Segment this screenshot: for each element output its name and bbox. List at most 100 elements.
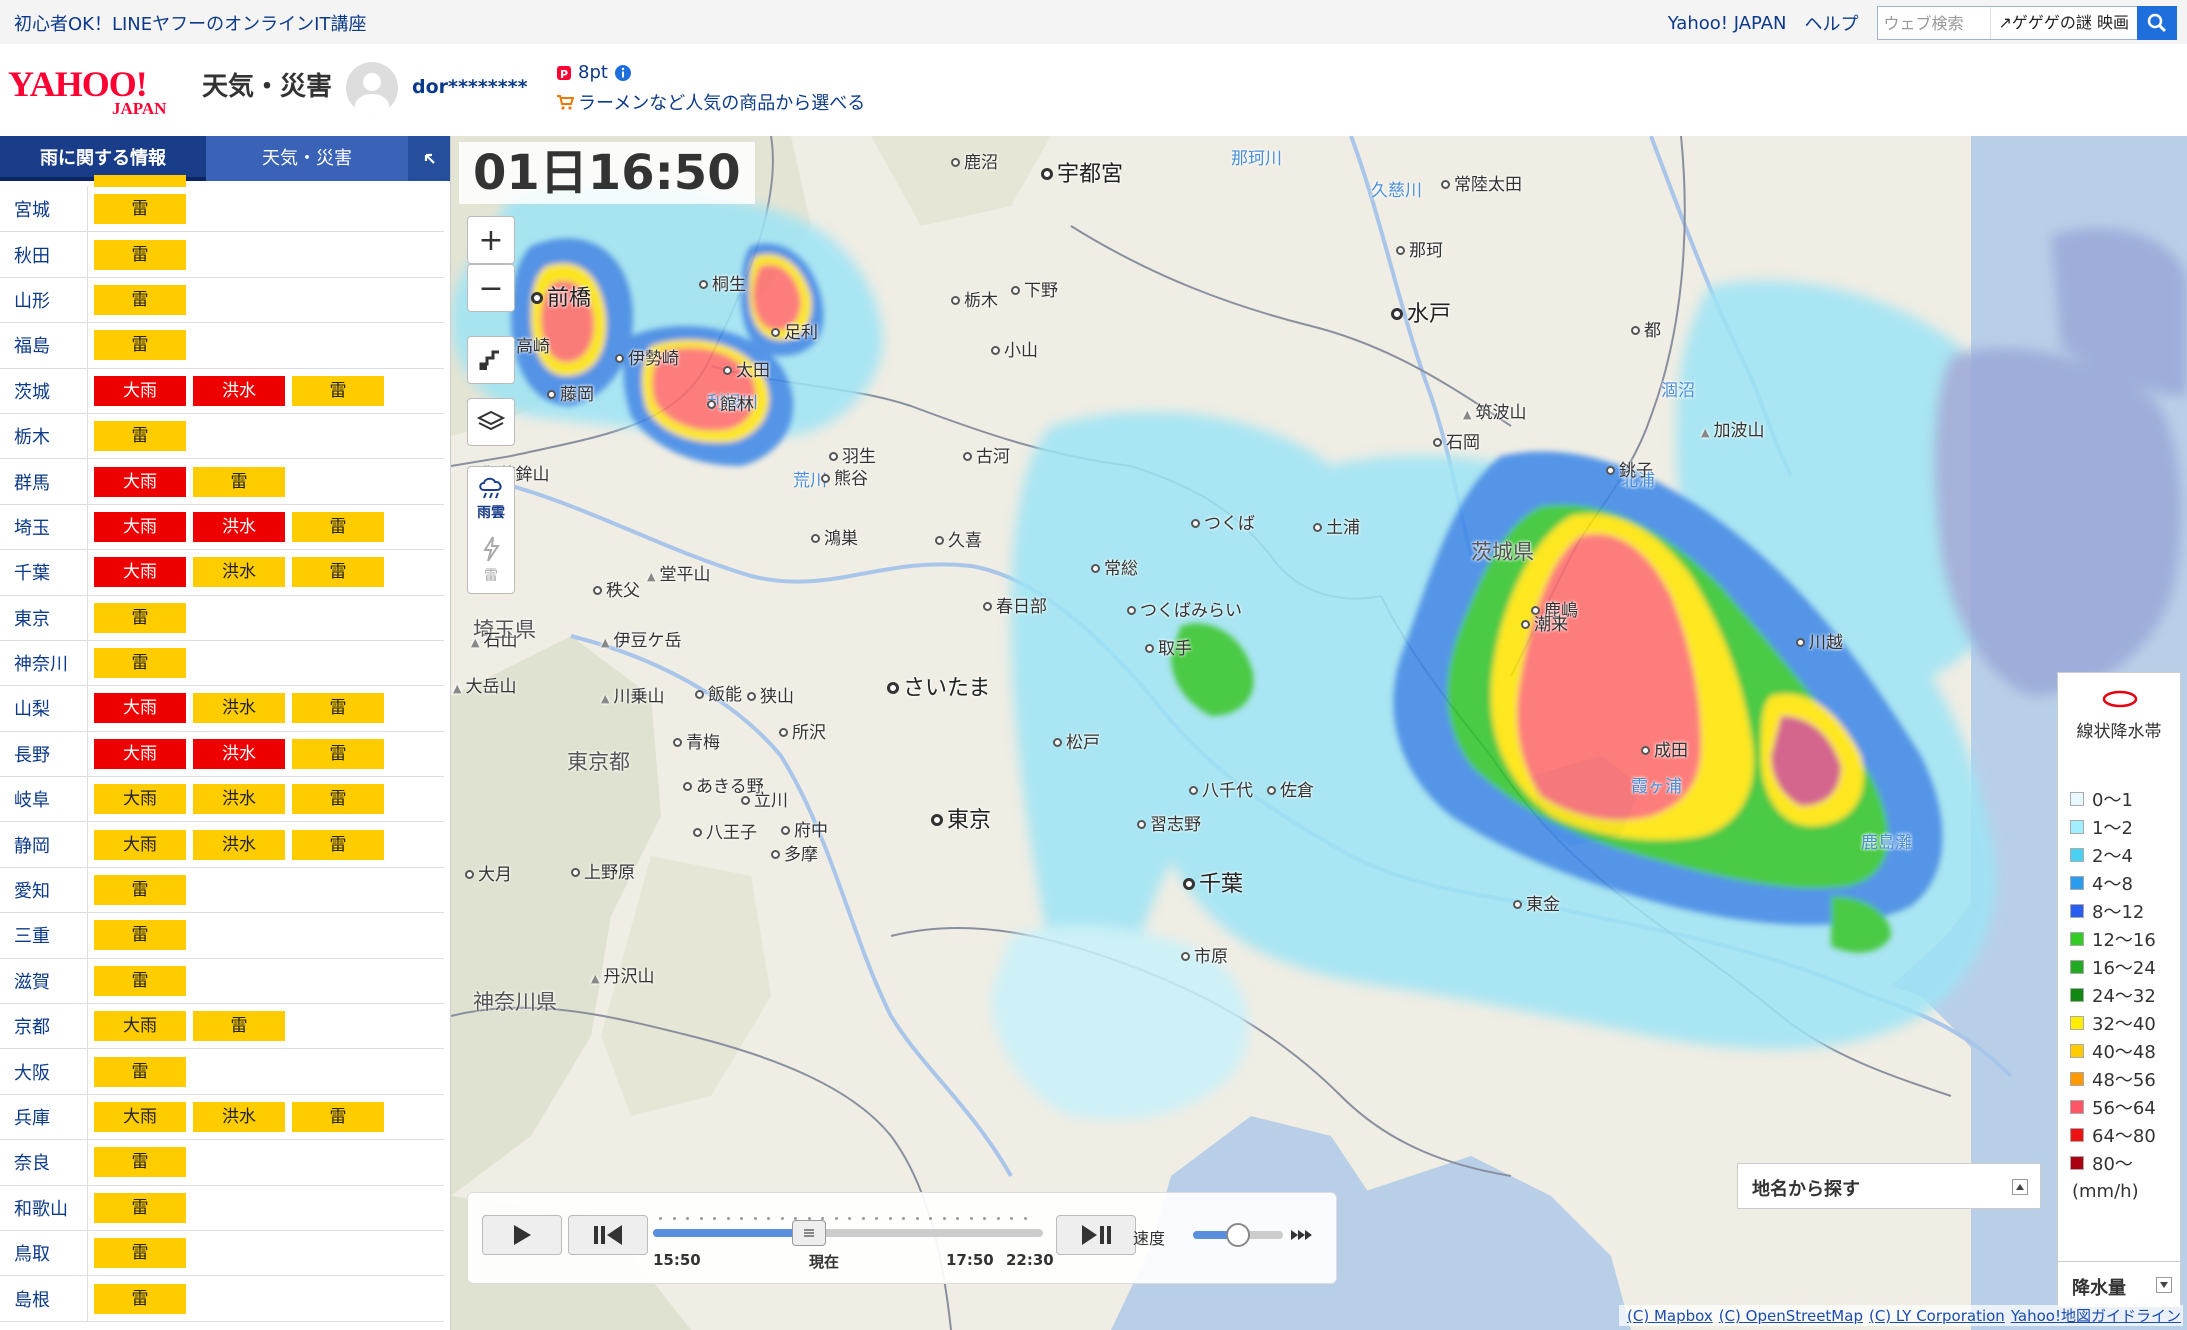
legend-toggle[interactable]: 降水量 bbox=[2058, 1261, 2180, 1307]
alert-badge[interactable]: 雷 bbox=[94, 194, 186, 225]
alert-badge[interactable]: 雷 bbox=[94, 1192, 186, 1223]
prefecture-link[interactable]: 三重 bbox=[0, 913, 88, 958]
prefecture-link[interactable]: 栃木 bbox=[0, 413, 88, 459]
alert-badge[interactable]: 大雨 bbox=[94, 466, 186, 497]
prefecture-link[interactable]: 兵庫 bbox=[0, 1094, 88, 1140]
alert-badge[interactable]: 雷 bbox=[94, 875, 186, 906]
alert-badge[interactable] bbox=[94, 175, 186, 187]
speed-slider[interactable] bbox=[1193, 1223, 1283, 1247]
points-row[interactable]: P 8pt bbox=[556, 62, 632, 83]
attribution-link[interactable]: Yahoo!地図ガイドライン bbox=[2011, 1307, 2181, 1325]
prefecture-link[interactable]: 静岡 bbox=[0, 822, 88, 867]
prefecture-link[interactable]: 滋賀 bbox=[0, 958, 88, 1004]
alert-row[interactable]: 長野 大雨 洪水雷 bbox=[0, 731, 444, 778]
alert-row[interactable]: 鳥取雷 bbox=[0, 1230, 444, 1277]
place-search[interactable]: 地名から探す bbox=[1737, 1163, 2041, 1209]
prefecture-link[interactable]: 島根 bbox=[0, 1276, 88, 1321]
help-link[interactable]: ヘルプ bbox=[1805, 10, 1859, 36]
info-icon[interactable] bbox=[614, 64, 632, 82]
prefecture-link[interactable]: 宮城 bbox=[0, 187, 88, 232]
alert-badge[interactable]: 大雨 bbox=[94, 375, 186, 406]
prefecture-link[interactable]: 山形 bbox=[0, 277, 88, 323]
alert-badge[interactable]: 大雨 bbox=[94, 693, 186, 724]
alert-row[interactable]: 兵庫 大雨 洪水雷 bbox=[0, 1094, 444, 1141]
alert-row[interactable]: 秋田雷 bbox=[0, 232, 444, 278]
alert-badge[interactable]: 大雨 bbox=[94, 1102, 186, 1132]
play-button[interactable] bbox=[482, 1215, 562, 1255]
alert-badge[interactable]: 大雨 bbox=[94, 784, 186, 815]
alert-badge[interactable]: 洪水 bbox=[193, 1102, 285, 1132]
alert-badge[interactable]: 雷 bbox=[193, 1011, 285, 1042]
alert-badge[interactable]: 雷 bbox=[292, 784, 384, 815]
prefecture-link[interactable]: 京都 bbox=[0, 1004, 88, 1049]
alert-row[interactable]: 岐阜 大雨 洪水雷 bbox=[0, 777, 444, 823]
prefecture-link[interactable]: 秋田 bbox=[0, 232, 88, 277]
alert-row[interactable]: 神奈川雷 bbox=[0, 640, 444, 687]
prefecture-link[interactable]: 神奈川 bbox=[0, 640, 88, 686]
alert-badge[interactable]: 大雨 bbox=[94, 1011, 186, 1042]
zoom-in-button[interactable]: + bbox=[467, 216, 515, 264]
step-forward-button[interactable] bbox=[1056, 1215, 1136, 1255]
alert-badge[interactable]: 洪水 bbox=[193, 829, 285, 860]
timeline-slider[interactable] bbox=[653, 1217, 1043, 1246]
alert-badge[interactable]: 雷 bbox=[292, 738, 384, 769]
search-button[interactable] bbox=[2137, 6, 2177, 40]
alert-badge[interactable]: 雷 bbox=[94, 1283, 186, 1314]
yahoo-japan-link[interactable]: Yahoo! JAPAN bbox=[1668, 13, 1787, 34]
alert-row[interactable]: 宮城雷 bbox=[0, 187, 444, 233]
alert-row[interactable]: 滋賀雷 bbox=[0, 958, 444, 1005]
prefecture-link[interactable]: 福島 bbox=[0, 323, 88, 368]
alert-row[interactable]: 群馬 大雨雷 bbox=[0, 459, 444, 505]
alert-badge[interactable]: 雷 bbox=[94, 1238, 186, 1269]
alert-row[interactable]: 愛知雷 bbox=[0, 867, 444, 914]
alert-badge[interactable]: 洪水 bbox=[193, 511, 285, 542]
alert-badge[interactable]: 大雨 bbox=[94, 738, 186, 769]
alert-badge[interactable]: 洪水 bbox=[193, 693, 285, 724]
alert-badge[interactable]: 雷 bbox=[94, 920, 186, 951]
alert-badge[interactable]: 雷 bbox=[292, 829, 384, 860]
alert-row[interactable]: 福島雷 bbox=[0, 323, 444, 369]
alert-row[interactable]: 茨城 大雨 洪水雷 bbox=[0, 368, 444, 414]
attribution-link[interactable]: (C) LY Corporation bbox=[1869, 1307, 2005, 1325]
alert-row[interactable]: 静岡 大雨 洪水雷 bbox=[0, 822, 444, 868]
prefecture-link[interactable]: 愛知 bbox=[0, 867, 88, 913]
alert-badge[interactable]: 洪水 bbox=[193, 784, 285, 815]
alert-badge[interactable]: 雷 bbox=[94, 648, 186, 679]
prefecture-link[interactable]: 鳥取 bbox=[0, 1230, 88, 1276]
service-name[interactable]: 天気・災害 bbox=[202, 66, 332, 103]
zoom-out-button[interactable]: − bbox=[467, 264, 515, 312]
alert-badge[interactable]: 雷 bbox=[292, 557, 384, 588]
username[interactable]: dor******** bbox=[412, 76, 528, 98]
alert-badge[interactable]: 雷 bbox=[292, 693, 384, 724]
alert-row[interactable]: 山梨 大雨 洪水雷 bbox=[0, 686, 444, 732]
alert-row[interactable]: 奈良雷 bbox=[0, 1140, 444, 1186]
prefecture-link[interactable]: 埼玉 bbox=[0, 504, 88, 550]
alert-badge[interactable]: 雷 bbox=[94, 284, 186, 315]
prefecture-link[interactable]: 和歌山 bbox=[0, 1185, 88, 1230]
layer-lightning[interactable]: 雷 bbox=[468, 529, 514, 591]
alert-badge[interactable]: 大雨 bbox=[94, 557, 186, 588]
layer-rain-cloud[interactable]: 雨雲 bbox=[468, 467, 514, 529]
prefecture-link[interactable]: 奈良 bbox=[0, 1140, 88, 1185]
alert-badge[interactable]: 大雨 bbox=[94, 829, 186, 860]
prefecture-link[interactable]: 茨城 bbox=[0, 368, 88, 413]
avatar[interactable] bbox=[346, 62, 398, 114]
alert-badge[interactable]: 雷 bbox=[94, 1056, 186, 1087]
prefecture-link[interactable]: 千葉 bbox=[0, 550, 88, 595]
alert-row[interactable]: 京都 大雨雷 bbox=[0, 1004, 444, 1050]
alert-row[interactable]: 山形雷 bbox=[0, 277, 444, 324]
timeline-knob[interactable] bbox=[792, 1220, 826, 1246]
alert-badge[interactable]: 雷 bbox=[94, 421, 186, 452]
promo-link[interactable]: 初心者OK！LINEヤフーのオンラインIT講座 bbox=[14, 10, 366, 36]
collapse-sidebar-button[interactable] bbox=[408, 136, 450, 181]
alert-badge[interactable]: 雷 bbox=[292, 375, 384, 406]
alert-badge[interactable]: 雷 bbox=[193, 466, 285, 497]
layers-button[interactable] bbox=[467, 398, 515, 446]
alert-row[interactable]: 和歌山雷 bbox=[0, 1185, 444, 1231]
prefecture-link[interactable]: 群馬 bbox=[0, 459, 88, 504]
alert-row[interactable]: 栃木雷 bbox=[0, 413, 444, 460]
alert-badge[interactable]: 大雨 bbox=[94, 511, 186, 542]
alert-badge[interactable]: 雷 bbox=[94, 1147, 186, 1178]
alert-row[interactable]: 島根雷 bbox=[0, 1276, 444, 1322]
step-back-button[interactable] bbox=[568, 1215, 648, 1255]
